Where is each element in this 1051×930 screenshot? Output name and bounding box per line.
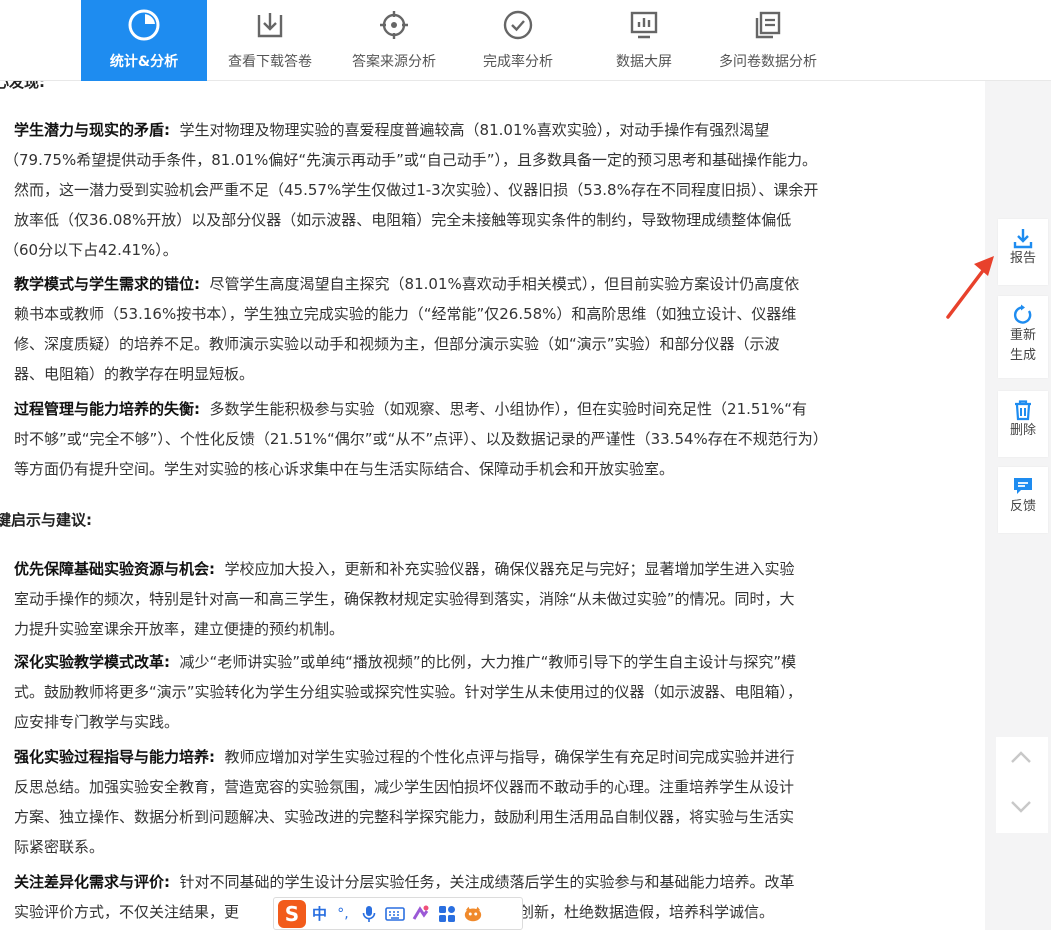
ime-toolbar[interactable]: S 中 °, [273,897,523,930]
top-nav: 统计&分析 查看下载答卷 答案来源分析 完成率分析 数据大屏 多问卷数据分析 [0,0,1051,81]
suggestion-paragraph: 深化实验教学模式改革: 减少“老师讲实验”或单纯“播放视频”的比例，大力推广“教… [14,653,803,731]
finding-title: 过程管理与能力培养的失衡: [14,400,200,418]
suggestion-paragraph: 强化实验过程指导与能力培养: 教师应增加对学生实验过程的个性化点评与指导，确保学… [14,748,795,856]
crosshair-icon [377,8,411,42]
report-button[interactable]: 报告 [998,219,1048,285]
keyboard-icon[interactable] [385,904,405,924]
finding-title: 教学模式与学生需求的错位: [14,275,200,293]
toolbox-grid-icon[interactable] [437,904,457,924]
skin-icon[interactable] [411,904,431,924]
feedback-button[interactable]: 反馈 [998,467,1048,533]
chevron-up-icon[interactable] [1008,745,1034,771]
tab-label: 查看下载答卷 [228,54,312,70]
delete-label: 删除 [1009,423,1036,438]
copy-docs-icon [751,8,785,42]
tab-label: 统计&分析 [109,54,179,70]
refresh-icon [1012,304,1034,326]
sogou-logo-icon[interactable]: S [278,899,306,928]
feedback-icon [1012,475,1034,497]
monitor-chart-icon [627,8,661,42]
delete-button[interactable]: 删除 [998,391,1048,457]
regenerate-button[interactable]: 重新生成 [998,296,1048,378]
tab-view-download-responses[interactable]: 查看下载答卷 [207,0,333,81]
microphone-icon[interactable] [359,904,379,924]
report-label: 报告 [1009,251,1036,266]
finding-paragraph: 过程管理与能力培养的失衡: 多数学生能积极参与实验（如观察、思考、小组协作），但… [14,400,828,478]
finding-paragraph: 教学模式与学生需求的错位: 尽管学生高度渴望自主探究（81.01%喜欢动手相关模… [14,275,800,383]
tab-completion-rate-analysis[interactable]: 完成率分析 [455,0,581,81]
section-heading-suggestions: 键启示与建议: [0,511,92,529]
suggestion-title: 优先保障基础实验资源与机会: [14,560,215,578]
red-arrow-annotation [946,256,994,319]
tab-label: 完成率分析 [483,54,553,70]
check-circle-icon [501,8,535,42]
suggestion-paragraph: 优先保障基础实验资源与机会: 学校应加大投入，更新和补充实验仪器，确保仪器充足与… [14,560,795,638]
section-heading-findings: 心发现: [0,81,45,91]
punctuation-toggle[interactable]: °, [333,904,353,924]
ime-mode-toggle[interactable]: 中 [312,903,327,924]
pie-chart-icon [127,8,161,42]
mascot-icon[interactable] [463,904,483,924]
download-report-icon [1012,227,1034,249]
trash-icon [1012,399,1034,421]
tab-label: 答案来源分析 [352,54,436,70]
finding-paragraph: 学生潜力与现实的矛盾: 学生对物理及物理实验的喜爱程度普遍较高（81.01%喜欢… [4,121,819,259]
scroll-nav-panel [996,737,1048,833]
tab-statistics-analysis[interactable]: 统计&分析 [81,0,207,81]
tab-label: 数据大屏 [616,54,672,70]
tab-answer-source-analysis[interactable]: 答案来源分析 [331,0,457,81]
suggestion-title: 深化实验教学模式改革: [14,653,170,671]
finding-title: 学生潜力与现实的矛盾: [14,121,170,139]
tab-data-screen[interactable]: 数据大屏 [581,0,707,81]
download-icon [253,8,287,42]
suggestion-title: 强化实验过程指导与能力培养: [14,748,215,766]
feedback-label: 反馈 [1009,499,1036,514]
report-content: 心发现: 学生潜力与现实的矛盾: 学生对物理及物理实验的喜爱程度普遍较高（81.… [0,81,985,930]
suggestion-title: 关注差异化需求与评价: [14,873,170,891]
tab-label: 多问卷数据分析 [719,54,817,70]
regenerate-label: 重新生成 [1009,328,1036,363]
tab-multi-survey-analysis[interactable]: 多问卷数据分析 [705,0,831,81]
chevron-down-icon[interactable] [1008,793,1034,819]
